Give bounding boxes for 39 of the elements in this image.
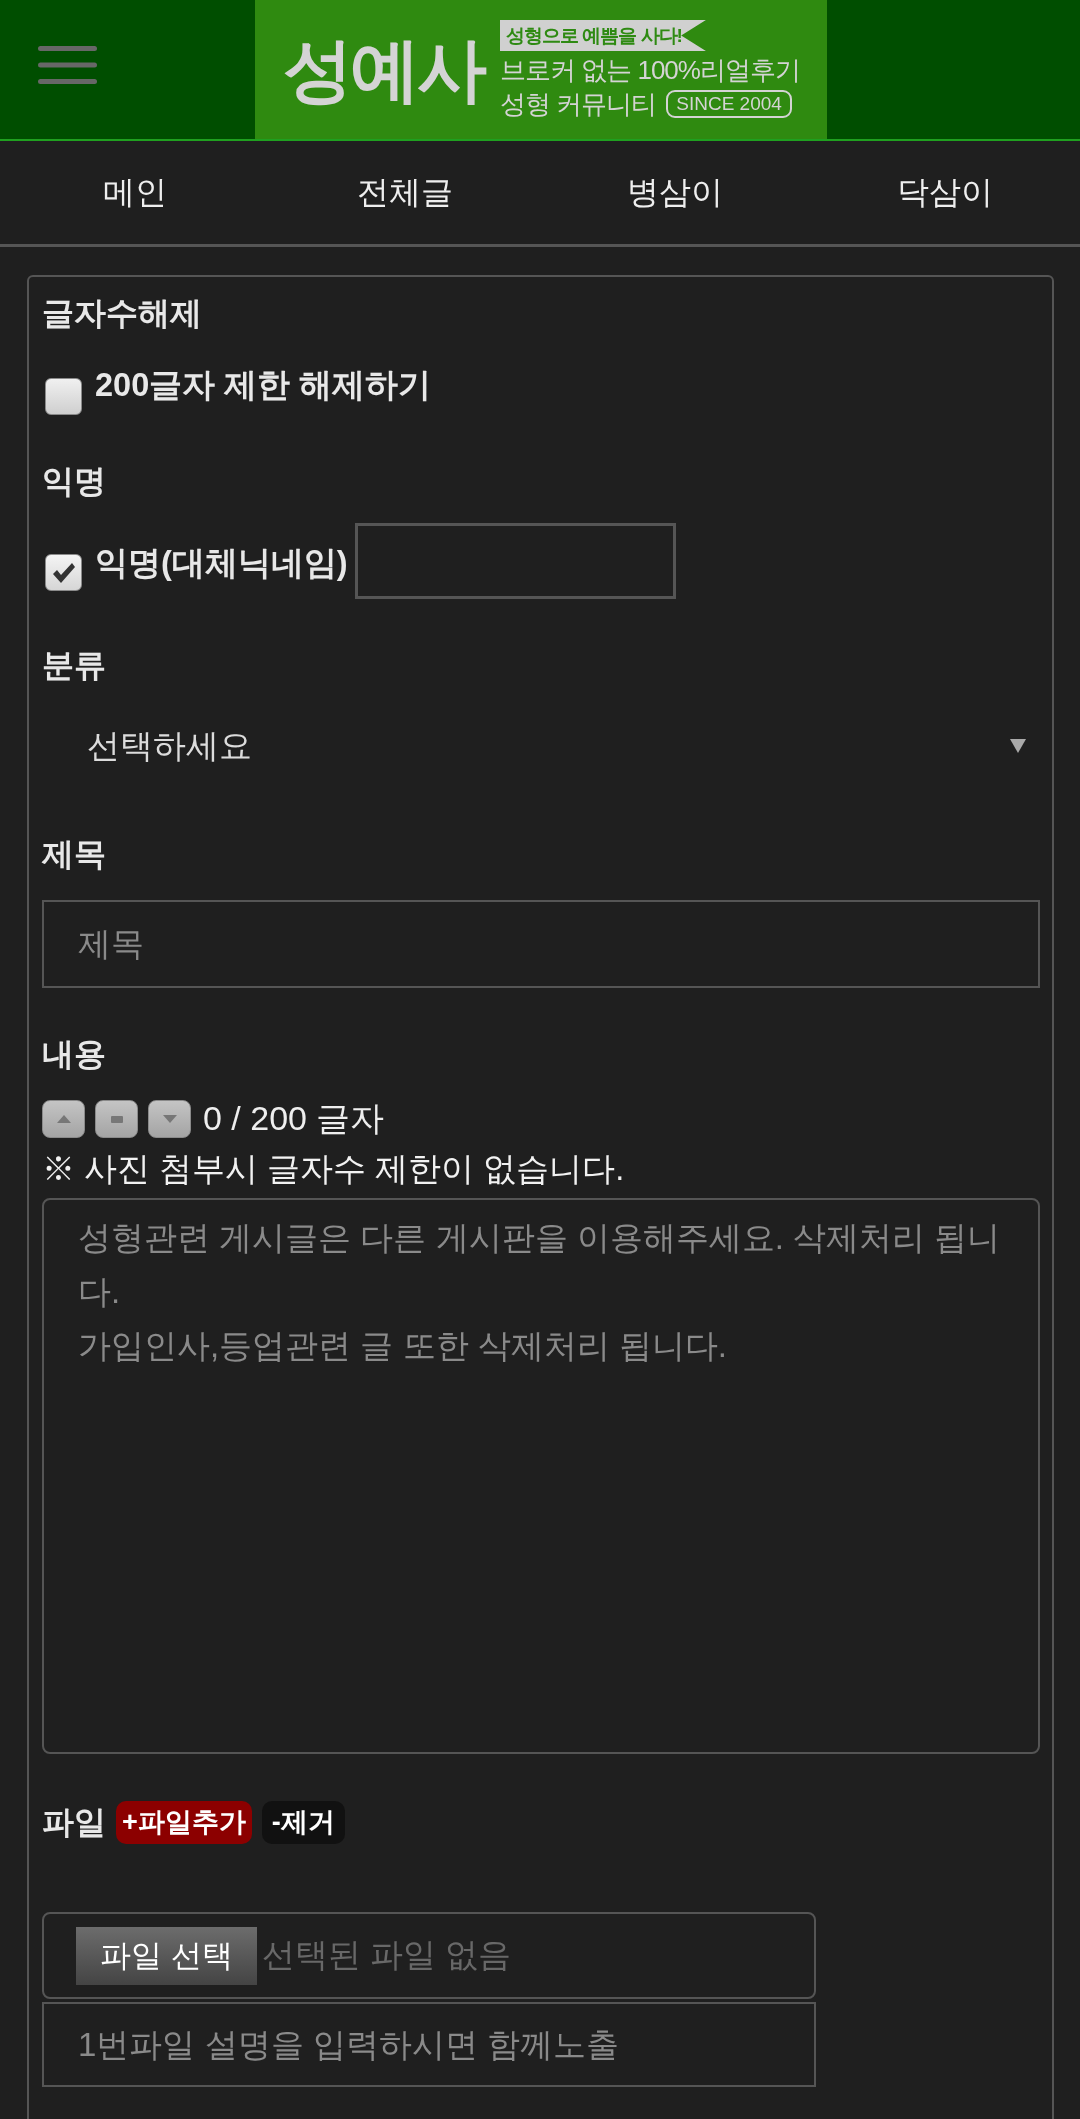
file-input[interactable]: 파일 선택 선택된 파일 없음 bbox=[42, 1912, 816, 1999]
file-status-text: 선택된 파일 없음 bbox=[262, 1935, 512, 1975]
logo-slogan-ribbon: 성형으로 예쁨을 사다! bbox=[500, 20, 706, 51]
add-file-button[interactable]: +파일추가 bbox=[116, 1800, 252, 1844]
notice-text: ※ 사진 첨부시 글자수 제한이 없습니다. bbox=[42, 1150, 625, 1189]
logo-title: 성예사 bbox=[283, 34, 484, 105]
nav-tab[interactable]: 메인 bbox=[91, 162, 179, 223]
triangle-up-icon bbox=[56, 1115, 71, 1123]
field-label: 내용 bbox=[42, 1035, 106, 1074]
remove-file-button[interactable]: -제거 bbox=[261, 1800, 345, 1844]
checkbox[interactable] bbox=[45, 378, 82, 415]
nav-tab[interactable]: 닥삼이 bbox=[885, 162, 1005, 223]
triangle-down-icon bbox=[162, 1115, 177, 1123]
down-button[interactable] bbox=[148, 1100, 191, 1138]
logo-subtitle: 성형 커뮤니티 bbox=[500, 89, 657, 119]
field-label: 제목 bbox=[42, 835, 106, 874]
field-label: 익명 bbox=[42, 462, 106, 501]
nickname-input[interactable] bbox=[354, 523, 676, 599]
since-badge: SINCE 2004 bbox=[666, 90, 792, 118]
field-label: 분류 bbox=[42, 646, 106, 685]
checkbox-label[interactable]: 200글자 제한 해제하기 bbox=[95, 365, 432, 405]
file-description-input[interactable]: 1번파일 설명을 입력하시면 함께노출 bbox=[42, 2002, 816, 2087]
up-button[interactable] bbox=[42, 1100, 85, 1138]
checkmark-icon bbox=[51, 561, 76, 584]
content-textarea[interactable]: 성형관련 게시글은 다른 게시판을 이용해주세요. 삭제처리 됩니다. 가입인사,등업관련 글 또한 삭제처리 됩니다. bbox=[42, 1198, 1040, 1754]
field-label: 글자수해제 bbox=[42, 294, 202, 333]
minus-button[interactable] bbox=[95, 1100, 138, 1138]
checkbox-label[interactable]: 익명(대체닉네임) bbox=[95, 543, 348, 583]
checkbox[interactable] bbox=[45, 554, 82, 591]
title-input[interactable]: 제목 bbox=[42, 900, 1040, 988]
nav-tab[interactable]: 병삼이 bbox=[615, 162, 735, 223]
category-select[interactable]: 선택하세요 bbox=[42, 704, 1040, 788]
minus-icon bbox=[110, 1115, 123, 1123]
logo-tagline: 브로커 없는 100%리얼후기 bbox=[500, 55, 800, 85]
choose-file-button[interactable]: 파일 선택 bbox=[76, 1926, 257, 1985]
caret-icon bbox=[1010, 739, 1026, 753]
character-counter: 0 / 200 글자 bbox=[203, 1098, 385, 1139]
nav-tab[interactable]: 전체글 bbox=[345, 162, 465, 223]
field-label: 파일 bbox=[42, 1803, 106, 1842]
